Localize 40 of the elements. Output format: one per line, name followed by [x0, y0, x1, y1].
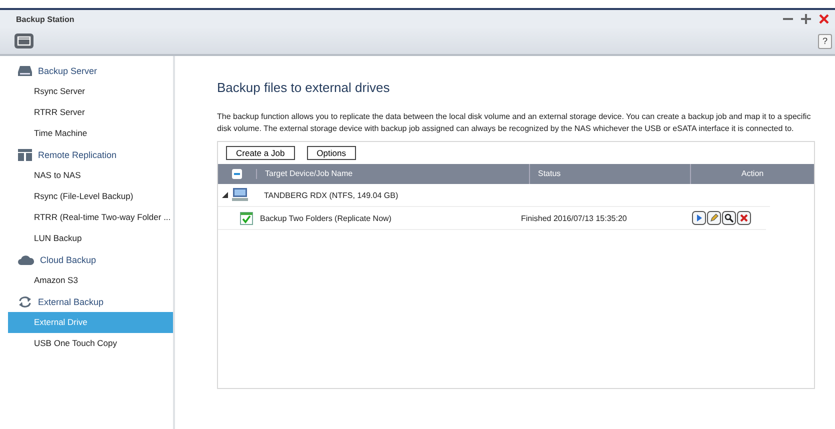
- job-name: Backup Two Folders (Replicate Now): [260, 214, 392, 222]
- server-icon: [18, 64, 32, 76]
- device-name: TANDBERG RDX (NTFS, 149.04 GB): [264, 190, 398, 200]
- delete-icon[interactable]: [737, 211, 751, 225]
- check-icon: [240, 212, 253, 224]
- cloud-icon: [18, 254, 34, 264]
- sidebar-item[interactable]: Rsync (File-Level Backup): [8, 186, 173, 207]
- close-icon[interactable]: [819, 14, 829, 24]
- sidebar-item[interactable]: LUN Backup: [8, 228, 173, 249]
- sidebar-section-label[interactable]: Cloud Backup: [40, 254, 96, 264]
- play-icon[interactable]: [692, 211, 706, 225]
- sidebar-item[interactable]: Amazon S3: [8, 270, 173, 291]
- expand-arrow-icon[interactable]: [222, 192, 228, 198]
- sidebar-item[interactable]: RTRR Server: [8, 102, 173, 123]
- help-button[interactable]: ?: [818, 34, 832, 48]
- sidebar-item[interactable]: Rsync Server: [8, 81, 173, 102]
- sidebar-section-label[interactable]: Remote Replication: [38, 150, 117, 160]
- column-header: Target Device/Job Name: [257, 164, 530, 184]
- sidebar-section-label[interactable]: External Backup: [38, 296, 104, 306]
- toolbar-button[interactable]: Options: [306, 146, 356, 160]
- window-title: Backup Station: [16, 14, 74, 24]
- computer-icon: [232, 188, 248, 202]
- toolbar-button[interactable]: Create a Job: [226, 146, 295, 160]
- maximize-icon[interactable]: [801, 14, 811, 24]
- column-header: Action: [740, 168, 765, 180]
- servers-icon: [18, 148, 32, 160]
- collapse-icon[interactable]: [232, 169, 242, 179]
- description-text: The backup function allows you to replicate the data between the local disk volume and an external storage device. You can create a backup job and map it to a specific disk volume. The external storage device with backup job assigned can always be recognized by the NAS whichever the USB or eSATA interface it is connected to.: [217, 111, 812, 135]
- sidebar-item[interactable]: Time Machine: [8, 123, 173, 144]
- column-header: Status: [530, 164, 691, 184]
- magnifier-icon[interactable]: [722, 211, 736, 225]
- job-status: Finished 2016/07/13 15:35:20: [521, 214, 628, 222]
- panel-icon[interactable]: [14, 33, 34, 49]
- sync-icon: [18, 296, 32, 308]
- page-heading: Backup files to external drives: [217, 80, 391, 95]
- sidebar-item[interactable]: USB One Touch Copy: [8, 333, 173, 354]
- sidebar-section-label[interactable]: Backup Server: [38, 66, 98, 76]
- edit-icon[interactable]: [707, 211, 721, 225]
- sidebar-item[interactable]: RTRR (Real-time Two-way Folder ...: [8, 207, 173, 228]
- sidebar-item[interactable]: NAS to NAS: [8, 165, 173, 186]
